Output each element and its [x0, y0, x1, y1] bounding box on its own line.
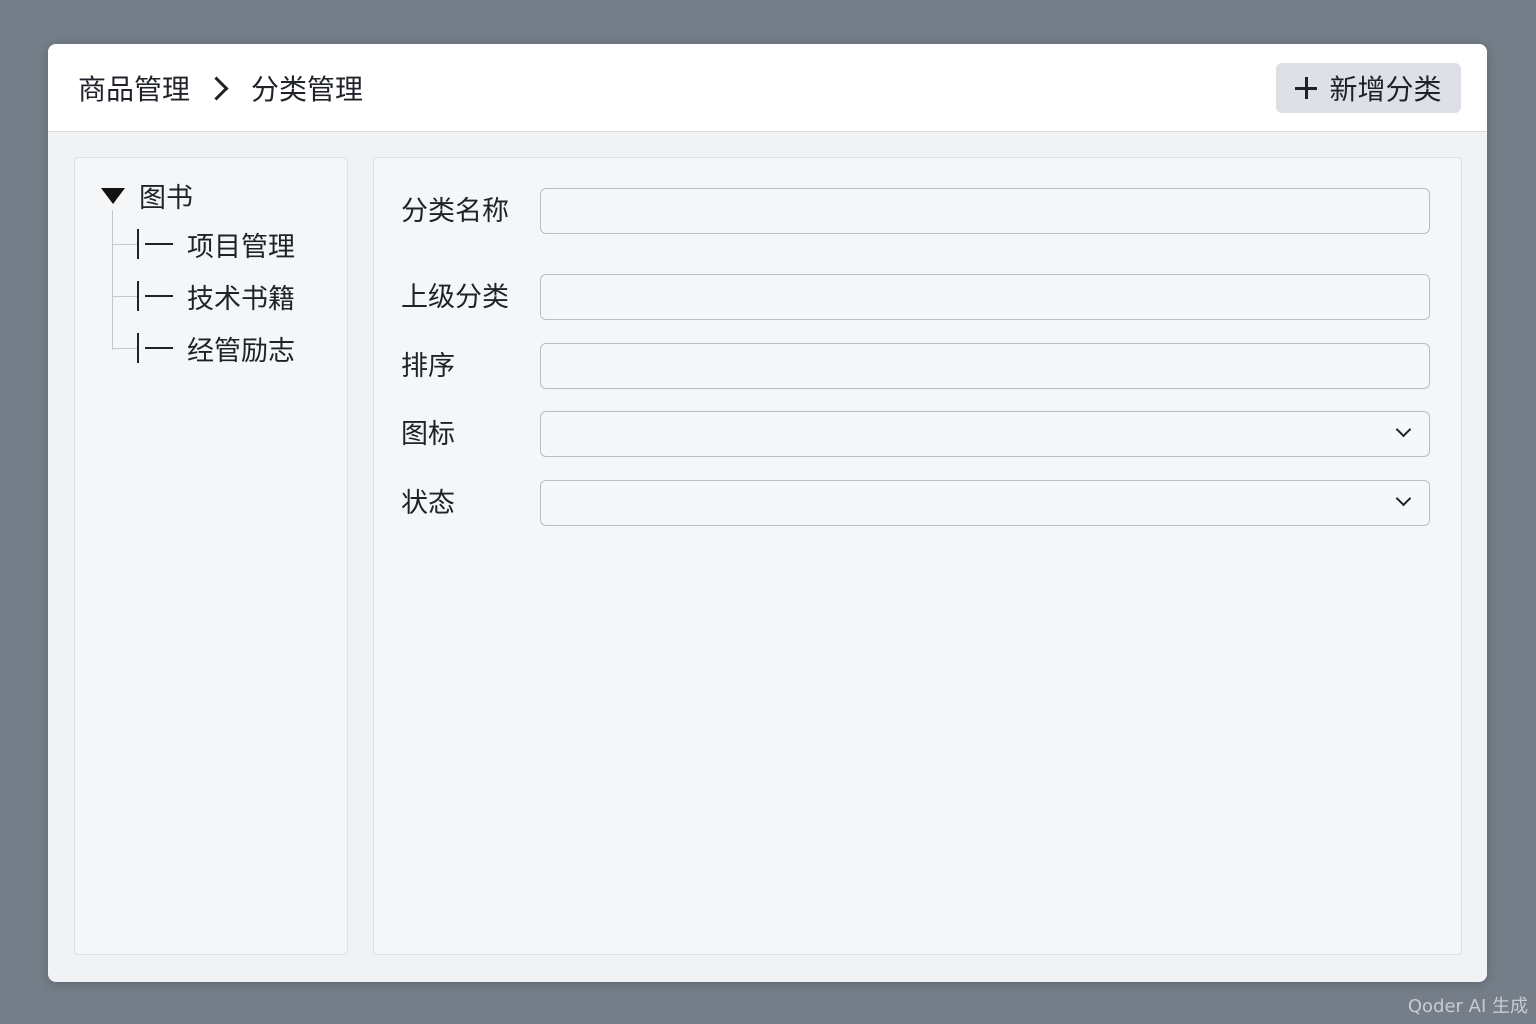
tree-branch-line [113, 347, 137, 349]
sort-order-input[interactable] [540, 343, 1430, 389]
caret-down-icon[interactable] [101, 187, 125, 204]
chevron-right-icon [204, 75, 229, 101]
category-name-input[interactable] [540, 188, 1430, 234]
tree-node-child[interactable]: 技术书籍 [113, 276, 295, 316]
category-form: 分类名称 上级分类 排序 图标 状态 [373, 157, 1462, 955]
tree-connector-dash [145, 243, 173, 245]
category-tree: 图书 项目管理 技术书籍 经管励志 [74, 157, 348, 955]
tree-connector-bar [137, 281, 139, 311]
tree-connector-dash [145, 347, 173, 349]
chevron-down-icon [1395, 421, 1412, 438]
breadcrumb-item-product-management[interactable]: 商品管理 [78, 68, 190, 108]
tree-node-label: 经管励志 [187, 335, 295, 367]
tree-connector-dash [145, 295, 173, 297]
category-name-label: 分类名称 [401, 196, 509, 227]
form-row-parent: 上级分类 [374, 274, 1461, 322]
parent-category-label: 上级分类 [401, 282, 509, 313]
tree-branch-line [113, 295, 137, 297]
add-category-label: 新增分类 [1329, 73, 1442, 106]
tree-node-label: 技术书籍 [187, 283, 295, 315]
icon-label: 图标 [401, 419, 455, 450]
tree-node-books[interactable]: 图书 [101, 176, 193, 215]
tree-node-child[interactable]: 经管励志 [113, 328, 295, 368]
tree-connector-bar [137, 229, 139, 259]
sort-order-label: 排序 [401, 351, 455, 382]
status-label: 状态 [401, 488, 455, 519]
tree-node-label: 项目管理 [187, 231, 295, 263]
form-row-icon: 图标 [374, 411, 1461, 459]
app-window: 商品管理 分类管理 新增分类 图书 项目管理 技术书籍 经管励志 分类名称 上级… [48, 44, 1487, 982]
tree-node-label: 图书 [139, 183, 193, 214]
tree-branch-line [113, 243, 137, 245]
add-category-button[interactable]: 新增分类 [1276, 63, 1461, 113]
form-row-status: 状态 [374, 480, 1461, 528]
status-select[interactable] [540, 480, 1430, 526]
plus-icon [1295, 77, 1318, 99]
chevron-down-icon [1395, 490, 1412, 507]
icon-select[interactable] [540, 411, 1430, 457]
page-header: 商品管理 分类管理 新增分类 [48, 44, 1487, 132]
parent-category-input[interactable] [540, 274, 1430, 320]
tree-connector-bar [137, 333, 139, 363]
tree-node-child[interactable]: 项目管理 [113, 224, 295, 264]
breadcrumb-item-category-management: 分类管理 [251, 73, 364, 106]
watermark-text: Qoder AI 生成 [1407, 996, 1528, 1017]
form-row-name: 分类名称 [374, 188, 1461, 236]
breadcrumb: 商品管理 分类管理 [78, 44, 363, 132]
form-row-sort: 排序 [374, 343, 1461, 391]
